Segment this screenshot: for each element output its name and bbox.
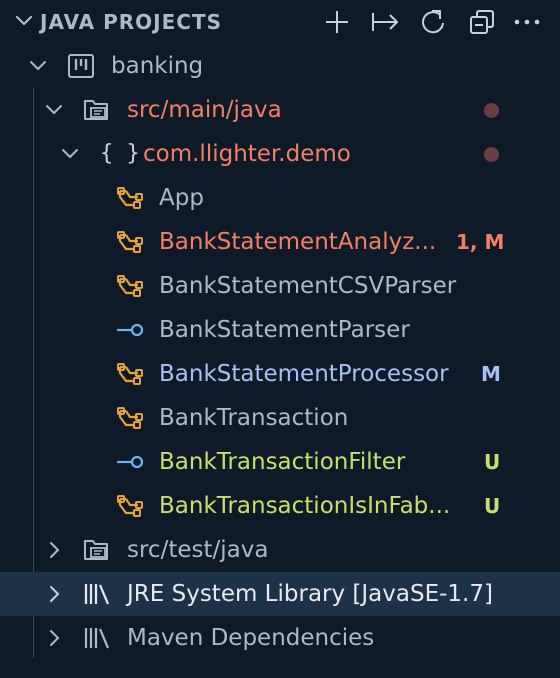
tree-item-label: BankStatementCSVParser: [159, 273, 457, 299]
class-icon: [117, 231, 143, 253]
tree-item-src-test-java[interactable]: src/test/java: [0, 528, 560, 572]
chevron-right-icon[interactable]: [44, 584, 64, 604]
tree-item-label: banking: [111, 53, 204, 79]
class-icon: [117, 363, 143, 385]
tree-item-src-main-java[interactable]: src/main/java: [0, 88, 560, 132]
tree-item-label: JRE System Library [JavaSE-1.7]: [127, 581, 493, 607]
collapse-all-icon: [470, 10, 494, 34]
project-tree: banking src/main/java { } com.llighter.d…: [0, 44, 560, 660]
source-folder-icon: [84, 540, 108, 560]
tree-item-class[interactable]: BankStatementAnalyz... 1, M: [0, 220, 560, 264]
chevron-right-icon[interactable]: [44, 628, 64, 648]
new-icon: [326, 11, 348, 33]
modified-badge: M: [481, 362, 501, 386]
chevron-down-icon[interactable]: [44, 100, 64, 120]
more-actions-icon: [514, 19, 540, 25]
interface-icon: [117, 455, 144, 469]
panel-header: JAVA PROJECTS: [0, 0, 560, 44]
tree-item-interface[interactable]: BankTransactionFilter U: [0, 440, 560, 484]
tree-item-class[interactable]: App: [0, 176, 560, 220]
interface-icon: [117, 323, 144, 337]
chevron-down-icon[interactable]: [60, 144, 80, 164]
class-icon: [117, 495, 143, 517]
modified-dot: [484, 103, 499, 118]
tree-item-label: BankTransactionIsInFab...: [159, 493, 451, 519]
link-with-editor-icon: [372, 13, 398, 31]
untracked-badge: U: [484, 494, 501, 518]
tree-item-label: App: [159, 185, 204, 211]
tree-item-maven-dependencies[interactable]: Maven Dependencies: [0, 616, 560, 660]
tree-item-label: BankTransactionFilter: [159, 449, 406, 475]
tree-item-label: BankStatementProcessor: [159, 361, 449, 387]
tree-item-label: Maven Dependencies: [127, 625, 375, 651]
untracked-badge: U: [484, 450, 501, 474]
tree-item-label: BankStatementParser: [159, 317, 410, 343]
more-actions-button[interactable]: [511, 6, 543, 38]
tree-item-class[interactable]: BankTransaction: [0, 396, 560, 440]
tree-item-banking[interactable]: banking: [0, 44, 560, 88]
refresh-button[interactable]: [417, 6, 449, 38]
refresh-icon: [422, 10, 444, 34]
tree-item-class[interactable]: BankStatementCSVParser: [0, 264, 560, 308]
tree-item-package[interactable]: { } com.llighter.demo: [0, 132, 560, 176]
package-braces-icon: { }: [100, 141, 140, 166]
link-with-editor-button[interactable]: [369, 6, 401, 38]
tree-item-label: BankStatementAnalyz...: [159, 229, 437, 255]
tree-item-jre-system-library[interactable]: JRE System Library [JavaSE-1.7]: [0, 572, 560, 616]
panel-title[interactable]: JAVA PROJECTS: [40, 8, 222, 36]
library-icon: [84, 628, 110, 649]
tree-item-label: BankTransaction: [159, 405, 349, 431]
chevron-down-icon[interactable]: [28, 56, 48, 76]
tree-item-label: com.llighter.demo: [143, 141, 351, 167]
library-icon: [84, 584, 110, 605]
class-icon: [117, 407, 143, 429]
tree-item-interface[interactable]: BankStatementParser: [0, 308, 560, 352]
project-icon: [68, 54, 94, 78]
tree-item-label: src/test/java: [127, 537, 269, 563]
collapse-all-button[interactable]: [466, 6, 498, 38]
class-icon: [117, 187, 143, 209]
class-icon: [117, 275, 143, 297]
source-folder-icon: [84, 100, 108, 120]
problem-modified-badge: 1, M: [456, 230, 505, 254]
tree-item-class[interactable]: BankStatementProcessor M: [0, 352, 560, 396]
modified-dot: [484, 147, 499, 162]
chevron-right-icon[interactable]: [44, 540, 64, 560]
chevron-down-icon[interactable]: [14, 11, 34, 31]
new-button[interactable]: [321, 6, 353, 38]
tree-item-class[interactable]: BankTransactionIsInFab... U: [0, 484, 560, 528]
tree-item-label: src/main/java: [127, 97, 282, 123]
